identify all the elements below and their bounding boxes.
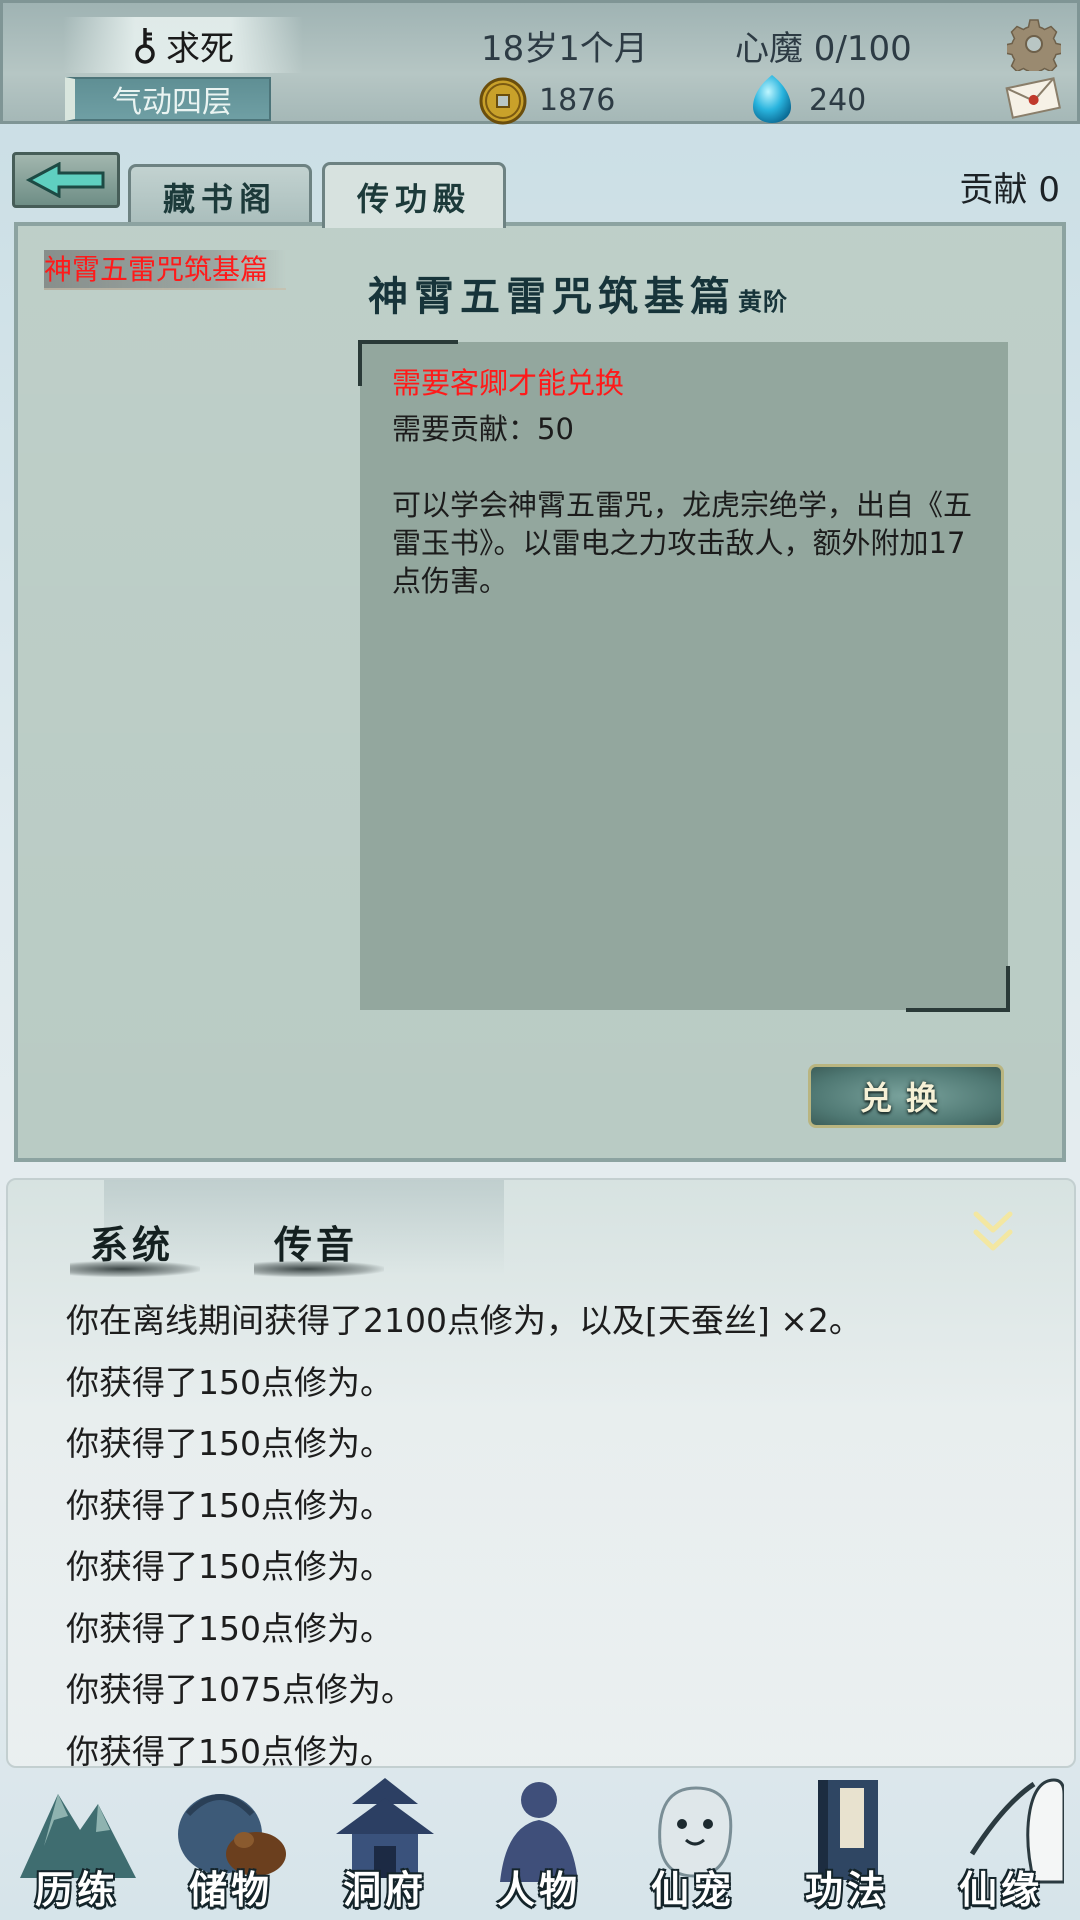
character-name-plate[interactable]: 求死 [63, 17, 303, 73]
tab-system[interactable]: 系统 [70, 1214, 200, 1277]
exchange-button[interactable]: 兑换 [808, 1064, 1004, 1128]
back-arrow-icon [25, 162, 105, 198]
nav-item-fortune[interactable]: 仙缘 [924, 1768, 1078, 1920]
log-lines: 你在离线期间获得了2100点修为，以及[天蚕丝] ×2。 你获得了150点修为。… [66, 1290, 1056, 1782]
log-line: 你获得了1075点修为。 [66, 1670, 414, 1709]
technique-name: 神霄五雷咒筑基篇 [368, 273, 736, 320]
log-line: 你获得了150点修为。 [66, 1608, 393, 1648]
log-line: 你在离线期间获得了2100点修为，以及[天蚕丝] ×2。 [66, 1301, 862, 1340]
technique-description: 可以学会神霄五雷咒，龙虎宗绝学，出自《五雷玉书》。以雷电之力攻击敌人，额外附加1… [392, 488, 973, 598]
technique-panel: 神霄五雷咒筑基篇 神霄五雷咒筑基篇黄阶 需要客卿才能兑换 需要贡献：50 可以学… [14, 222, 1066, 1162]
nav-label: 洞府 [342, 1867, 427, 1912]
nav-label: 人物 [496, 1867, 581, 1912]
contribution-label: 贡献 0 [959, 170, 1060, 210]
nav-item-training[interactable]: 历练 [0, 1768, 154, 1920]
heart-demon-label: 心魔 0/100 [735, 29, 912, 69]
realm-badge: 气动四层 [65, 77, 271, 121]
log-line: 你获得了150点修为。 [66, 1362, 393, 1402]
coin-count: 1876 [539, 83, 616, 118]
nav-item-storage[interactable]: 储物 [154, 1768, 308, 1920]
male-gender-icon [135, 28, 155, 64]
mail-envelope-icon[interactable] [1003, 75, 1063, 119]
requirement-warning: 需要客卿才能兑换 [392, 366, 625, 400]
message-log-panel: 系统 传音 你在离线期间获得了2100点修为，以及[天蚕丝] ×2。 你获得了1… [6, 1178, 1076, 1771]
log-line: 你获得了150点修为。 [66, 1485, 393, 1525]
settings-gear-icon[interactable] [1007, 17, 1061, 71]
log-line: 你获得了150点修为。 [66, 1547, 393, 1586]
nav-label: 仙缘 [958, 1867, 1043, 1912]
contribution-cost: 需要贡献：50 [392, 412, 574, 446]
tab-message[interactable]: 传音 [254, 1214, 384, 1277]
nav-item-techniques[interactable]: 功法 [770, 1768, 924, 1920]
nav-item-character[interactable]: 人物 [462, 1768, 616, 1920]
nav-label: 仙宠 [650, 1867, 735, 1912]
bottom-navigation: 历练 储物 洞府 人物 仙宠 功法 仙缘 [0, 1768, 1080, 1920]
copper-coin-icon [479, 77, 527, 125]
collapse-chevron-icon[interactable] [970, 1206, 1016, 1256]
technique-list-item[interactable]: 神霄五雷咒筑基篇 [44, 250, 286, 290]
spirit-stone-icon [753, 75, 791, 123]
nav-label: 历练 [34, 1867, 119, 1912]
status-bar: 求死 气动四层 18岁1个月 心魔 0/100 1876 240 [0, 0, 1080, 125]
technique-grade: 黄阶 [738, 287, 788, 316]
nav-item-spirit-pet[interactable]: 仙宠 [616, 1768, 770, 1920]
frame-corner [906, 966, 1010, 1012]
spirit-stone-count: 240 [809, 83, 867, 118]
nav-label: 储物 [188, 1867, 273, 1912]
tab-library[interactable]: 藏书阁 [128, 164, 312, 226]
age-label: 18岁1个月 [481, 29, 648, 69]
character-name: 求死 [166, 28, 234, 69]
log-line: 你获得了150点修为。 [66, 1424, 393, 1463]
nav-label: 功法 [804, 1867, 889, 1912]
tab-hall[interactable]: 传功殿 [322, 162, 506, 228]
technique-description-box: 需要客卿才能兑换 需要贡献：50 可以学会神霄五雷咒，龙虎宗绝学，出自《五雷玉书… [358, 340, 1010, 1012]
nav-item-cave-dwelling[interactable]: 洞府 [308, 1768, 462, 1920]
back-button[interactable] [12, 152, 120, 208]
technique-title: 神霄五雷咒筑基篇黄阶 [368, 264, 788, 322]
